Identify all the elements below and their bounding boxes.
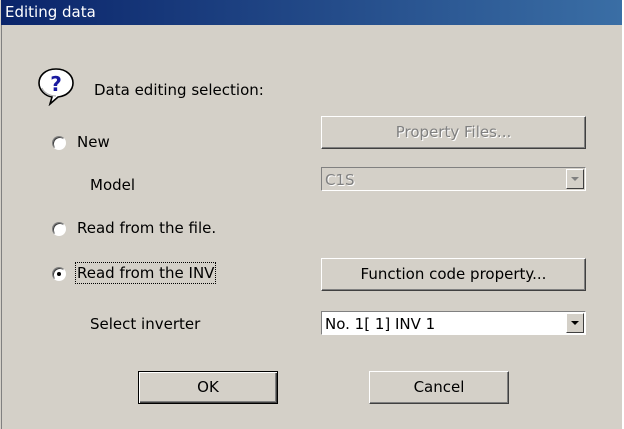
radio-read-file[interactable]: [52, 222, 66, 236]
model-value: C1S: [325, 171, 355, 189]
chevron-down-icon[interactable]: [566, 169, 584, 189]
radio-selected-dot: [57, 272, 61, 276]
radio-read-inv[interactable]: [52, 267, 66, 281]
cancel-button[interactable]: Cancel: [369, 371, 509, 404]
function-code-property-button[interactable]: Function code property...: [321, 258, 586, 291]
radio-read-file-label[interactable]: Read from the file.: [77, 219, 216, 237]
editing-data-dialog: Editing data ? Data editing selection: N…: [0, 0, 622, 429]
radio-new[interactable]: [52, 136, 66, 150]
select-inverter-label: Select inverter: [90, 315, 201, 333]
inverter-dropdown[interactable]: No. 1[ 1] INV 1: [321, 311, 586, 335]
svg-text:?: ?: [50, 72, 62, 96]
model-dropdown[interactable]: C1S: [321, 167, 586, 191]
window-title: Editing data: [5, 3, 96, 21]
inverter-value: No. 1[ 1] INV 1: [325, 315, 436, 333]
property-files-button[interactable]: Property Files...: [321, 116, 586, 149]
ok-button[interactable]: OK: [138, 371, 278, 404]
title-bar[interactable]: Editing data: [1, 0, 622, 25]
radio-new-label[interactable]: New: [77, 133, 110, 151]
data-editing-prompt: Data editing selection:: [94, 81, 264, 99]
chevron-down-icon[interactable]: [566, 313, 584, 333]
window-left-edge: [1, 25, 2, 429]
model-label: Model: [90, 176, 136, 194]
question-icon: ?: [38, 68, 74, 106]
radio-read-inv-label[interactable]: Read from the INV: [74, 262, 217, 284]
